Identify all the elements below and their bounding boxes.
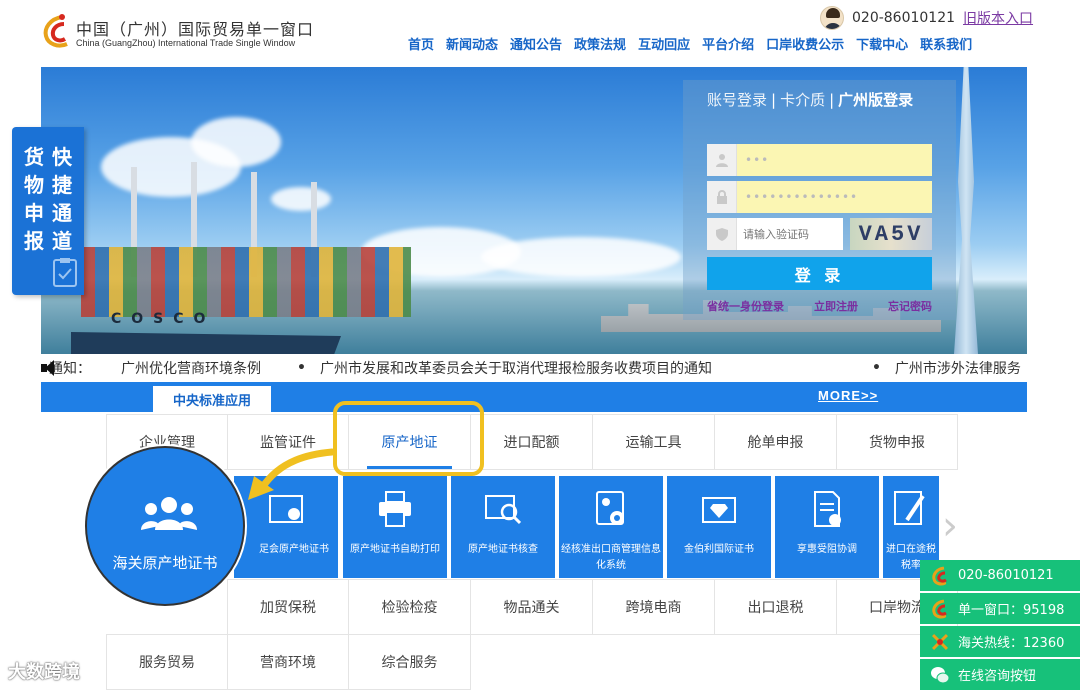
category-integrated[interactable]: 综合服务 (348, 634, 471, 690)
float-phone[interactable]: 020-86010121 (920, 560, 1080, 591)
category-service-trade[interactable]: 服务贸易 (106, 634, 228, 690)
express-text-col1: 货物申报 (24, 145, 44, 253)
shield-icon (707, 218, 737, 250)
nav-notices[interactable]: 通知公告 (504, 34, 568, 53)
float-single-window[interactable]: 单一窗口：95198 (920, 593, 1080, 624)
nav-port-fees[interactable]: 口岸收费公示 (760, 34, 850, 53)
ship-cosco-label: COSCO (111, 311, 216, 327)
magnified-tile-origin-cert[interactable]: 海关原产地证书 (85, 446, 245, 606)
notice-item[interactable]: 广州市涉外法律服务 (895, 358, 1021, 378)
header-hotline: 020-86010121 旧版本入口 (820, 6, 1033, 30)
category-cross-border[interactable]: 跨境电商 (592, 579, 715, 635)
tile-approved-exporter[interactable]: 经核准出口商管理信息化系统 (559, 476, 663, 578)
category-import-quota[interactable]: 进口配额 (470, 414, 593, 470)
tab-guangzhou-login[interactable]: 广州版登录 (838, 91, 913, 109)
nav-about[interactable]: 平台介绍 (696, 34, 760, 53)
category-inspection[interactable]: 检验检疫 (348, 579, 471, 635)
float-customs-hotline[interactable]: 海关热线：12360 (920, 626, 1080, 657)
login-button[interactable]: 登 录 (707, 257, 932, 290)
exporter-id-icon (596, 491, 624, 525)
provincial-login-link[interactable]: 省统一身份登录 (707, 298, 784, 314)
diamond-certificate-icon (702, 497, 736, 523)
category-transport[interactable]: 运输工具 (592, 414, 715, 470)
user-icon (707, 144, 737, 176)
tile-label: 金伯利国际证书 (684, 544, 754, 555)
tab-account-login[interactable]: 账号登录 (707, 91, 767, 109)
highlight-origin-tab (333, 401, 484, 476)
watermark: 大数跨境 (8, 662, 80, 683)
logo-title-en: China (GuangZhou) International Trade Si… (76, 38, 296, 48)
tab-card-login[interactable]: 卡介质 (780, 91, 825, 109)
tile-label: 原产地证书核查 (468, 544, 538, 555)
app-tab-bar: 中央标准应用 MORE>> (41, 382, 1027, 412)
notice-ticker: 通知： 广州优化营商环境条例 • 广州市发展和改革委员会关于取消代理报检服务收费… (41, 358, 1021, 378)
header-phone: 020-86010121 (852, 10, 956, 26)
nav-interaction[interactable]: 互动回应 (632, 34, 696, 53)
logo-title-cn: 中国（广州）国际贸易单一窗口 (76, 20, 315, 39)
float-chat-label: 在线咨询按钮 (958, 669, 1037, 684)
users-icon (141, 497, 197, 530)
notice-label: 通知： (49, 361, 91, 377)
clipboard-check-icon (53, 258, 77, 287)
main-nav: 首页 新闻动态 通知公告 政策法规 互动回应 平台介绍 口岸收费公示 下载中心 … (402, 34, 978, 53)
category-goods-declaration[interactable]: 货物申报 (836, 414, 958, 470)
window-logo-icon (932, 599, 947, 618)
tile-label: 足会原产地证书 (259, 544, 329, 555)
tile-kimberley[interactable]: 金伯利国际证书 (667, 476, 771, 578)
tile-label: 原产地证书自助打印 (350, 544, 440, 555)
express-declaration-float[interactable]: 货物申报 快捷通道 (12, 127, 84, 295)
notice-item[interactable]: 广州优化营商环境条例 (121, 358, 261, 378)
float-phone-label: 020-86010121 (958, 568, 1054, 583)
tile-label: 享惠受阻协调 (797, 544, 857, 555)
notice-item[interactable]: 广州市发展和改革委员会关于取消代理报检服务收费项目的通知 (320, 358, 712, 378)
captcha-image[interactable]: VA5V (850, 218, 932, 250)
tile-self-print[interactable]: 原产地证书自助打印 (343, 476, 447, 578)
logo-icon (43, 14, 68, 48)
express-text-col2: 快捷通道 (52, 145, 72, 253)
login-tabs: 账号登录 | 卡介质 | 广州版登录 (707, 91, 914, 109)
password-value: •••••••••••••• (745, 190, 859, 204)
category-manifest[interactable]: 舱单申报 (714, 414, 837, 470)
captcha-field[interactable] (707, 218, 843, 250)
captcha-input[interactable] (737, 227, 837, 241)
float-customs-label: 海关热线：12360 (958, 636, 1065, 651)
category-export-tax-refund[interactable]: 出口退税 (714, 579, 837, 635)
float-online-chat[interactable]: 在线咨询按钮 (920, 659, 1080, 690)
register-link[interactable]: 立即注册 (814, 298, 858, 314)
category-business-env[interactable]: 营商环境 (227, 634, 349, 690)
nav-policies[interactable]: 政策法规 (568, 34, 632, 53)
customer-service-icon (820, 6, 844, 30)
category-bonded[interactable]: 加贸保税 (227, 579, 349, 635)
printer-icon (379, 491, 411, 527)
site-logo[interactable]: 中国（广州）国际贸易单一窗口 China (GuangZhou) Interna… (40, 14, 340, 54)
more-link[interactable]: MORE>> (818, 388, 878, 403)
nav-news[interactable]: 新闻动态 (440, 34, 504, 53)
nav-home[interactable]: 首页 (402, 34, 440, 53)
pointer-arrow (248, 448, 336, 500)
tile-label: 经核准出口商管理信息化系统 (561, 544, 661, 571)
password-field[interactable]: •••••••••••••• (707, 181, 932, 213)
document-coordinate-icon (814, 491, 841, 527)
tab-central-standard[interactable]: 中央标准应用 (153, 386, 271, 412)
category-goods-clearance[interactable]: 物品通关 (470, 579, 593, 635)
lock-icon (707, 181, 737, 213)
chevron-right-icon[interactable]: › (942, 500, 966, 552)
certificate-search-icon (485, 495, 521, 525)
float-single-window-label: 单一窗口：95198 (958, 603, 1065, 618)
old-version-link[interactable]: 旧版本入口 (963, 8, 1033, 28)
tile-preference-coordination[interactable]: 享惠受阻协调 (775, 476, 879, 578)
login-panel: 账号登录|卡介质|广州版登录 ••• •••••••••••••• VA5V 登… (683, 80, 956, 320)
document-pen-icon (894, 491, 925, 525)
nav-downloads[interactable]: 下载中心 (850, 34, 914, 53)
tile-cert-verify[interactable]: 原产地证书核查 (451, 476, 555, 578)
username-value: ••• (745, 153, 770, 167)
forgot-password-link[interactable]: 忘记密码 (888, 298, 932, 314)
customs-icon (931, 633, 949, 650)
username-field[interactable]: ••• (707, 144, 932, 176)
magnifier-label: 海关原产地证书 (112, 554, 218, 572)
login-links: 省统一身份登录 立即注册 忘记密码 (707, 298, 932, 314)
nav-contact[interactable]: 联系我们 (914, 34, 978, 53)
window-logo-icon (932, 566, 947, 585)
wechat-icon (931, 666, 950, 683)
